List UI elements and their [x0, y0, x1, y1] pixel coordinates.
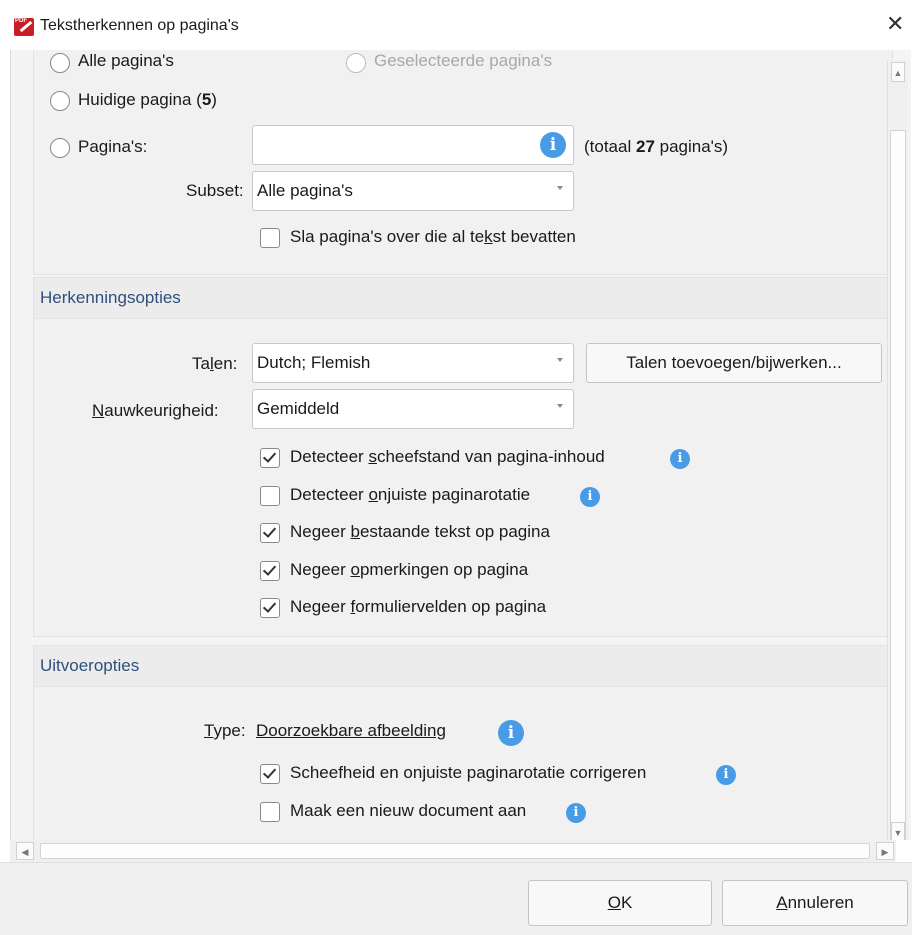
chevron-down-icon [557, 358, 563, 362]
recognition-options-title: Herkenningsopties [40, 288, 181, 307]
skip-text-pages-checkbox[interactable] [260, 228, 280, 248]
new-document-label: Maak een nieuw document aan [290, 801, 527, 820]
skip-text-pages-label: Sla pagina's over die al tekst bevatten [290, 227, 576, 246]
selected-pages-radio[interactable] [346, 53, 366, 73]
detect-rotation-checkbox[interactable] [260, 486, 280, 506]
languages-dropdown[interactable]: Dutch; Flemish [252, 343, 574, 383]
correct-skew-info-icon[interactable]: i [716, 765, 736, 785]
accuracy-label: Nauwkeurigheid: [92, 401, 219, 420]
total-pages-label: (totaal 27 pagina's) [584, 137, 729, 156]
scroll-up-icon[interactable]: ▲ [891, 62, 905, 82]
horizontal-scrollbar[interactable]: ◀ ▶ [10, 840, 896, 862]
pages-label: Pagina's: [78, 137, 148, 156]
chevron-down-icon [557, 186, 563, 190]
detect-rotation-label: Detecteer onjuiste paginarotatie [290, 485, 531, 504]
selected-pages-label: Geselecteerde pagina's [374, 51, 553, 70]
horizontal-scroll-thumb[interactable] [40, 843, 870, 859]
type-label: Type: [204, 721, 246, 740]
detect-skew-checkbox[interactable] [260, 448, 280, 468]
type-info-icon[interactable]: i [498, 720, 524, 746]
ignore-text-checkbox[interactable] [260, 523, 280, 543]
output-options-group: Uitvoeropties Type: Doorzoekbare afbeeld… [33, 645, 893, 840]
all-pages-label: Alle pagina's [78, 51, 174, 70]
ignore-forms-label: Negeer formuliervelden op pagina [290, 597, 547, 616]
ignore-comments-label: Negeer opmerkingen op pagina [290, 560, 529, 579]
output-options-title: Uitvoeropties [40, 656, 140, 675]
correct-skew-checkbox[interactable] [260, 764, 280, 784]
detect-skew-label: Detecteer scheefstand van pagina-inhoud [290, 447, 605, 466]
close-icon[interactable]: ✕ [886, 12, 904, 36]
add-update-languages-button[interactable]: Talen toevoegen/bijwerken... [586, 343, 882, 383]
title-bar: PDF Tekstherkennen op pagina's ✕ [0, 0, 912, 50]
ok-button[interactable]: OK [528, 880, 712, 926]
pages-info-icon[interactable]: i [540, 132, 566, 158]
cancel-button[interactable]: Annuleren [722, 880, 908, 926]
ignore-comments-checkbox[interactable] [260, 561, 280, 581]
detect-rotation-info-icon[interactable]: i [580, 487, 600, 507]
new-document-info-icon[interactable]: i [566, 803, 586, 823]
dialog-content[interactable]: Alle pagina's Geselecteerde pagina's Hui… [10, 50, 911, 840]
scroll-left-icon[interactable]: ◀ [16, 842, 34, 860]
vertical-scroll-thumb[interactable] [890, 130, 906, 840]
languages-label: Talen: [192, 354, 238, 373]
subset-dropdown[interactable]: Alle pagina's [252, 171, 574, 211]
detect-skew-info-icon[interactable]: i [670, 449, 690, 469]
recognition-options-group: Herkenningsopties Talen: Dutch; Flemish … [33, 277, 893, 637]
dialog-footer: OK Annuleren [0, 862, 912, 935]
scroll-right-icon[interactable]: ▶ [876, 842, 894, 860]
app-pdf-icon: PDF [14, 18, 34, 36]
current-page-radio[interactable] [50, 91, 70, 111]
pages-input[interactable] [252, 125, 574, 165]
all-pages-radio[interactable] [50, 53, 70, 73]
chevron-down-icon [557, 404, 563, 408]
ignore-forms-checkbox[interactable] [260, 598, 280, 618]
window-title: Tekstherkennen op pagina's [40, 17, 239, 34]
scroll-down-icon[interactable]: ▼ [891, 822, 905, 840]
type-link[interactable]: Doorzoekbare afbeelding [256, 721, 446, 741]
correct-skew-label: Scheefheid en onjuiste paginarotatie cor… [290, 763, 647, 782]
accuracy-dropdown[interactable]: Gemiddeld [252, 389, 574, 429]
current-page-label: Huidige pagina (5) [78, 90, 217, 109]
pages-radio[interactable] [50, 138, 70, 158]
new-document-checkbox[interactable] [260, 802, 280, 822]
page-range-group: Alle pagina's Geselecteerde pagina's Hui… [33, 50, 893, 275]
ignore-text-label: Negeer bestaande tekst op pagina [290, 522, 550, 541]
subset-label: Subset: [186, 181, 244, 200]
vertical-scrollbar[interactable]: ▲ ▼ [887, 60, 908, 840]
